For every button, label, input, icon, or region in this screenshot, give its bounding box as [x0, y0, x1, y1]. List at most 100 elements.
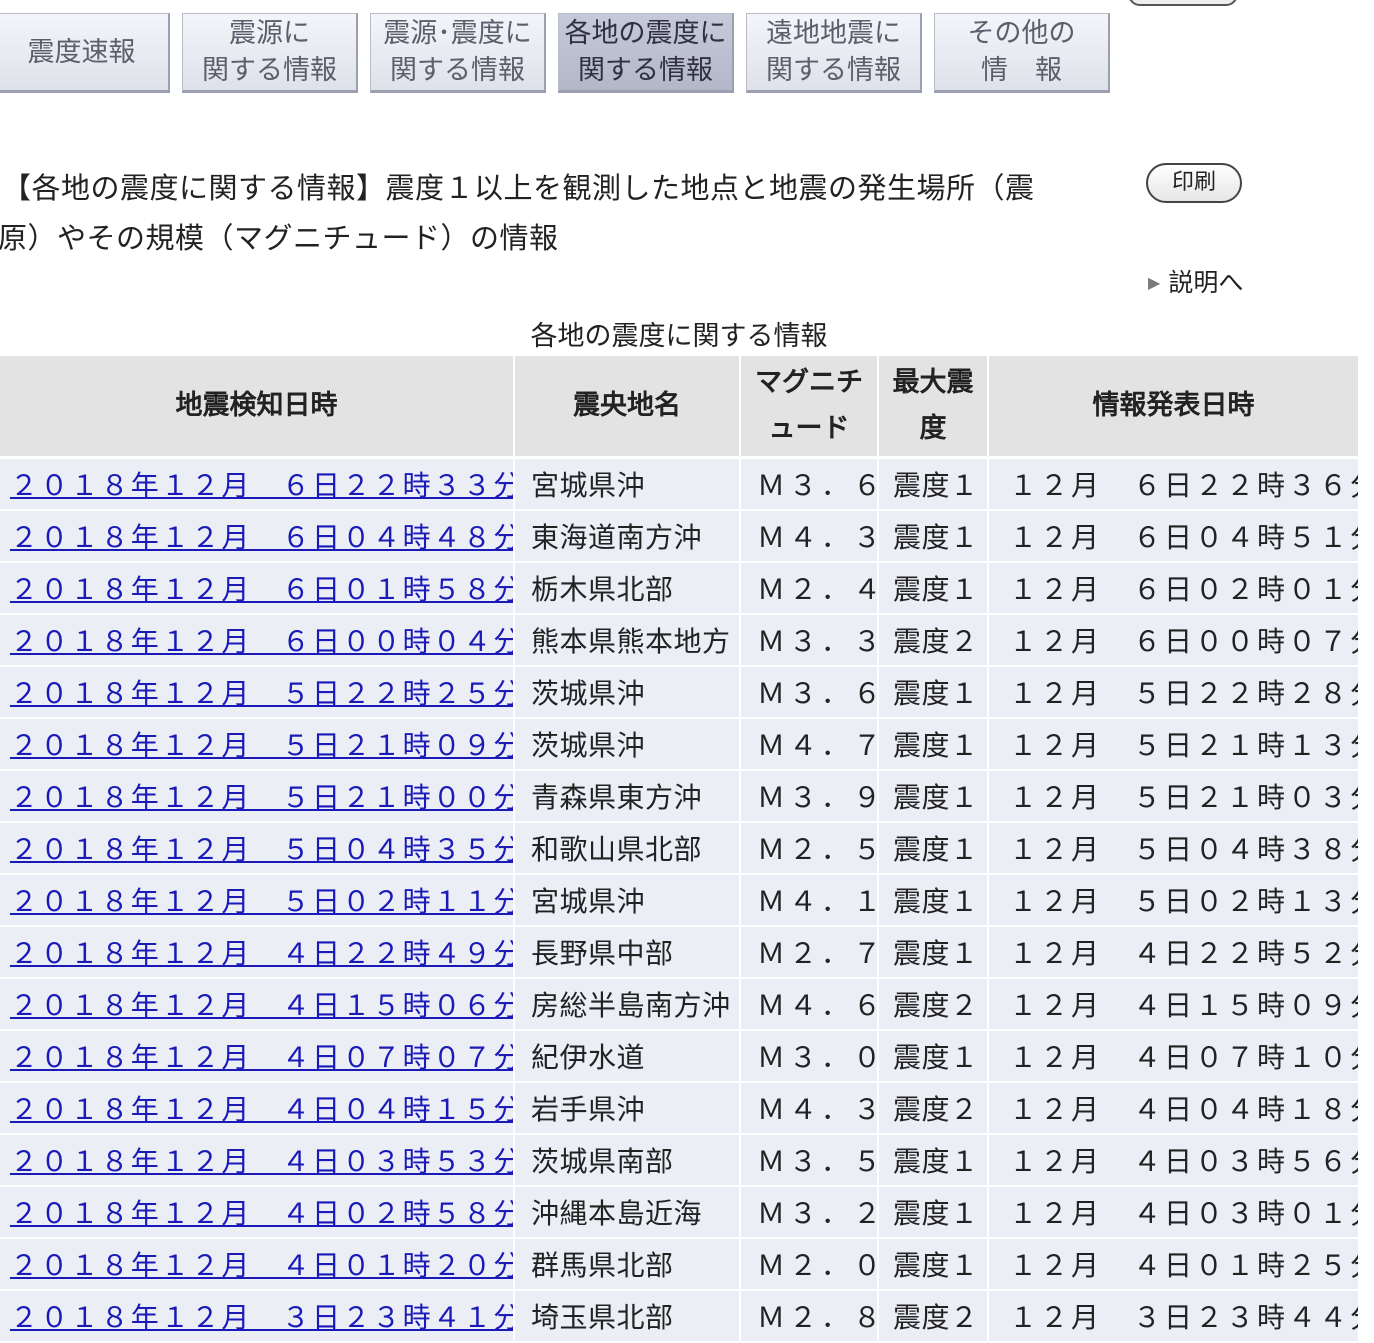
cell-magnitude: Ｍ３．２ — [741, 1187, 877, 1239]
cell-magnitude: Ｍ２．８ — [741, 1291, 877, 1343]
tab-distant-quake-info[interactable]: 遠地地震に 関する情報 — [746, 13, 922, 93]
tab-label-line: 震源に — [229, 18, 310, 49]
detect-time-link[interactable]: ２０１８年１２月 ４日０２時５８分 — [10, 1197, 513, 1230]
detect-time-link[interactable]: ２０１８年１２月 ５日０２時１１分 — [10, 885, 513, 918]
cell-magnitude: Ｍ３．６ — [741, 459, 877, 511]
cell-published: １２月 ４日０１時２５分 — [989, 1239, 1358, 1291]
table-row: ２０１８年１２月 ４日１５時０６分 房総半島南方沖 Ｍ４．６ 震度２ １２月 ４日１５時… — [0, 979, 1358, 1031]
quake-table-body: ２０１８年１２月 ６日２２時３３分 宮城県沖 Ｍ３．６ 震度１ １２月 ６日２２時３６分… — [0, 459, 1358, 1343]
cell-published: １２月 ５日２１時０３分 — [989, 771, 1358, 823]
cell-published: １２月 ５日０２時１３分 — [989, 875, 1358, 927]
cell-epicenter: 紀伊水道 — [515, 1031, 739, 1083]
table-row: ２０１８年１２月 ６日０４時４８分 東海道南方沖 Ｍ４．３ 震度１ １２月 ６日０４時５… — [0, 511, 1358, 563]
cell-max-intensity: 震度２ — [879, 1291, 987, 1343]
cell-max-intensity: 震度１ — [879, 1031, 987, 1083]
detect-time-link[interactable]: ２０１８年１２月 ６日０１時５８分 — [10, 573, 513, 606]
tab-local-intensity-info[interactable]: 各地の震度に 関する情報 — [558, 13, 734, 93]
table-row: ２０１８年１２月 ４日０１時２０分 群馬県北部 Ｍ２．０ 震度１ １２月 ４日０１時２５… — [0, 1239, 1358, 1291]
table-row: ２０１８年１２月 ４日０３時５３分 茨城県南部 Ｍ３．５ 震度１ １２月 ４日０３時５６… — [0, 1135, 1358, 1187]
cell-max-intensity: 震度２ — [879, 615, 987, 667]
top-partial-button[interactable] — [1128, 0, 1238, 6]
tab-label-line: 各地の震度に — [564, 18, 727, 49]
detect-time-link[interactable]: ２０１８年１２月 ４日２２時４９分 — [10, 937, 513, 970]
cell-magnitude: Ｍ２．０ — [741, 1239, 877, 1291]
cell-max-intensity: 震度２ — [879, 1083, 987, 1135]
cell-max-intensity: 震度１ — [879, 1239, 987, 1291]
tab-label-line: その他の — [967, 18, 1076, 49]
cell-detect-time: ２０１８年１２月 ６日２２時３３分 — [0, 459, 513, 511]
cell-epicenter: 茨城県沖 — [515, 719, 739, 771]
header-published: 情報発表日時 — [989, 356, 1358, 459]
cell-max-intensity: 震度１ — [879, 511, 987, 563]
cell-max-intensity: 震度１ — [879, 459, 987, 511]
cell-published: １２月 ６日２２時３６分 — [989, 459, 1358, 511]
detect-time-link[interactable]: ２０１８年１２月 ５日２２時２５分 — [10, 677, 513, 710]
cell-magnitude: Ｍ２．７ — [741, 927, 877, 979]
cell-detect-time: ２０１８年１２月 ４日０２時５８分 — [0, 1187, 513, 1239]
quake-table: 地震検知日時 震央地名 マグニチュード 最大震度 情報発表日時 ２０１８年１２月… — [0, 356, 1360, 1343]
detect-time-link[interactable]: ２０１８年１２月 ４日０７時０７分 — [10, 1041, 513, 1074]
cell-max-intensity: 震度１ — [879, 875, 987, 927]
cell-epicenter: 栃木県北部 — [515, 563, 739, 615]
cell-published: １２月 ６日０２時０１分 — [989, 563, 1358, 615]
detect-time-link[interactable]: ２０１８年１２月 ６日００時０４分 — [10, 625, 513, 658]
table-row: ２０１８年１２月 ６日００時０４分 熊本県熊本地方 Ｍ３．３ 震度２ １２月 ６日００時… — [0, 615, 1358, 667]
cell-detect-time: ２０１８年１２月 ４日０４時１５分 — [0, 1083, 513, 1135]
cell-magnitude: Ｍ３．０ — [741, 1031, 877, 1083]
table-header-row: 地震検知日時 震央地名 マグニチュード 最大震度 情報発表日時 — [0, 356, 1358, 459]
tab-label-line: 震源･震度に — [383, 18, 532, 49]
cell-detect-time: ２０１８年１２月 ５日０２時１１分 — [0, 875, 513, 927]
cell-detect-time: ２０１８年１２月 ４日１５時０６分 — [0, 979, 513, 1031]
detect-time-link[interactable]: ２０１８年１２月 ３日２３時４１分 — [10, 1301, 513, 1334]
cell-published: １２月 ４日０３時０１分 — [989, 1187, 1358, 1239]
print-button[interactable]: 印刷 — [1146, 163, 1242, 203]
explain-link[interactable]: ▶ 説明へ — [1148, 263, 1243, 299]
cell-detect-time: ２０１８年１２月 ４日２２時４９分 — [0, 927, 513, 979]
cell-magnitude: Ｍ３．９ — [741, 771, 877, 823]
detect-time-link[interactable]: ２０１８年１２月 ４日１５時０６分 — [10, 989, 513, 1022]
detect-time-link[interactable]: ２０１８年１２月 ４日０３時５３分 — [10, 1145, 513, 1178]
tab-shindo-sokuhou[interactable]: 震度速報 — [0, 13, 170, 93]
cell-published: １２月 ４日１５時０９分 — [989, 979, 1358, 1031]
cell-magnitude: Ｍ４．３ — [741, 1083, 877, 1135]
cell-epicenter: 長野県中部 — [515, 927, 739, 979]
cell-published: １２月 ５日２２時２８分 — [989, 667, 1358, 719]
detect-time-link[interactable]: ２０１８年１２月 ５日２１時０９分 — [10, 729, 513, 762]
cell-detect-time: ２０１８年１２月 ４日０３時５３分 — [0, 1135, 513, 1187]
tab-epicenter-intensity-info[interactable]: 震源･震度に 関する情報 — [370, 13, 546, 93]
detect-time-link[interactable]: ２０１８年１２月 ５日２１時００分 — [10, 781, 513, 814]
detect-time-link[interactable]: ２０１８年１２月 ４日０４時１５分 — [10, 1093, 513, 1126]
cell-magnitude: Ｍ２．４ — [741, 563, 877, 615]
cell-magnitude: Ｍ３．６ — [741, 667, 877, 719]
page-title-line2: 原）やその規模（マグニチュード）の情報 — [0, 221, 559, 255]
cell-max-intensity: 震度１ — [879, 719, 987, 771]
header-max-intensity: 最大震度 — [879, 356, 987, 459]
cell-published: １２月 ５日２１時１３分 — [989, 719, 1358, 771]
table-row: ２０１８年１２月 ４日０２時５８分 沖縄本島近海 Ｍ３．２ 震度１ １２月 ４日０３時０… — [0, 1187, 1358, 1239]
table-row: ２０１８年１２月 ５日０２時１１分 宮城県沖 Ｍ４．１ 震度１ １２月 ５日０２時１３分 — [0, 875, 1358, 927]
detect-time-link[interactable]: ２０１８年１２月 ６日２２時３３分 — [10, 469, 513, 502]
detect-time-link[interactable]: ２０１８年１２月 ６日０４時４８分 — [10, 521, 513, 554]
table-row: ２０１８年１２月 ６日０１時５８分 栃木県北部 Ｍ２．４ 震度１ １２月 ６日０２時０１… — [0, 563, 1358, 615]
tab-epicenter-info[interactable]: 震源に 関する情報 — [182, 13, 358, 93]
cell-published: １２月 ４日２２時５２分 — [989, 927, 1358, 979]
header-epicenter: 震央地名 — [515, 356, 739, 459]
detect-time-link[interactable]: ２０１８年１２月 ５日０４時３５分 — [10, 833, 513, 866]
table-row: ２０１８年１２月 ４日２２時４９分 長野県中部 Ｍ２．７ 震度１ １２月 ４日２２時５２… — [0, 927, 1358, 979]
cell-magnitude: Ｍ３．５ — [741, 1135, 877, 1187]
cell-detect-time: ２０１８年１２月 ４日０１時２０分 — [0, 1239, 513, 1291]
tab-other-info[interactable]: その他の 情 報 — [934, 13, 1110, 93]
cell-magnitude: Ｍ４．３ — [741, 511, 877, 563]
cell-published: １２月 ６日０４時５１分 — [989, 511, 1358, 563]
cell-max-intensity: 震度１ — [879, 1187, 987, 1239]
cell-published: １２月 ４日０４時１８分 — [989, 1083, 1358, 1135]
detect-time-link[interactable]: ２０１８年１２月 ４日０１時２０分 — [10, 1249, 513, 1282]
header-detect-time: 地震検知日時 — [0, 356, 513, 459]
table-row: ２０１８年１２月 ３日２３時４１分 埼玉県北部 Ｍ２．８ 震度２ １２月 ３日２３時４４… — [0, 1291, 1358, 1343]
cell-detect-time: ２０１８年１２月 ５日２２時２５分 — [0, 667, 513, 719]
cell-epicenter: 岩手県沖 — [515, 1083, 739, 1135]
cell-published: １２月 ４日０３時５６分 — [989, 1135, 1358, 1187]
table-row: ２０１８年１２月 ６日２２時３３分 宮城県沖 Ｍ３．６ 震度１ １２月 ６日２２時３６分 — [0, 459, 1358, 511]
header-magnitude: マグニチュード — [741, 356, 877, 459]
cell-detect-time: ２０１８年１２月 ５日２１時０９分 — [0, 719, 513, 771]
